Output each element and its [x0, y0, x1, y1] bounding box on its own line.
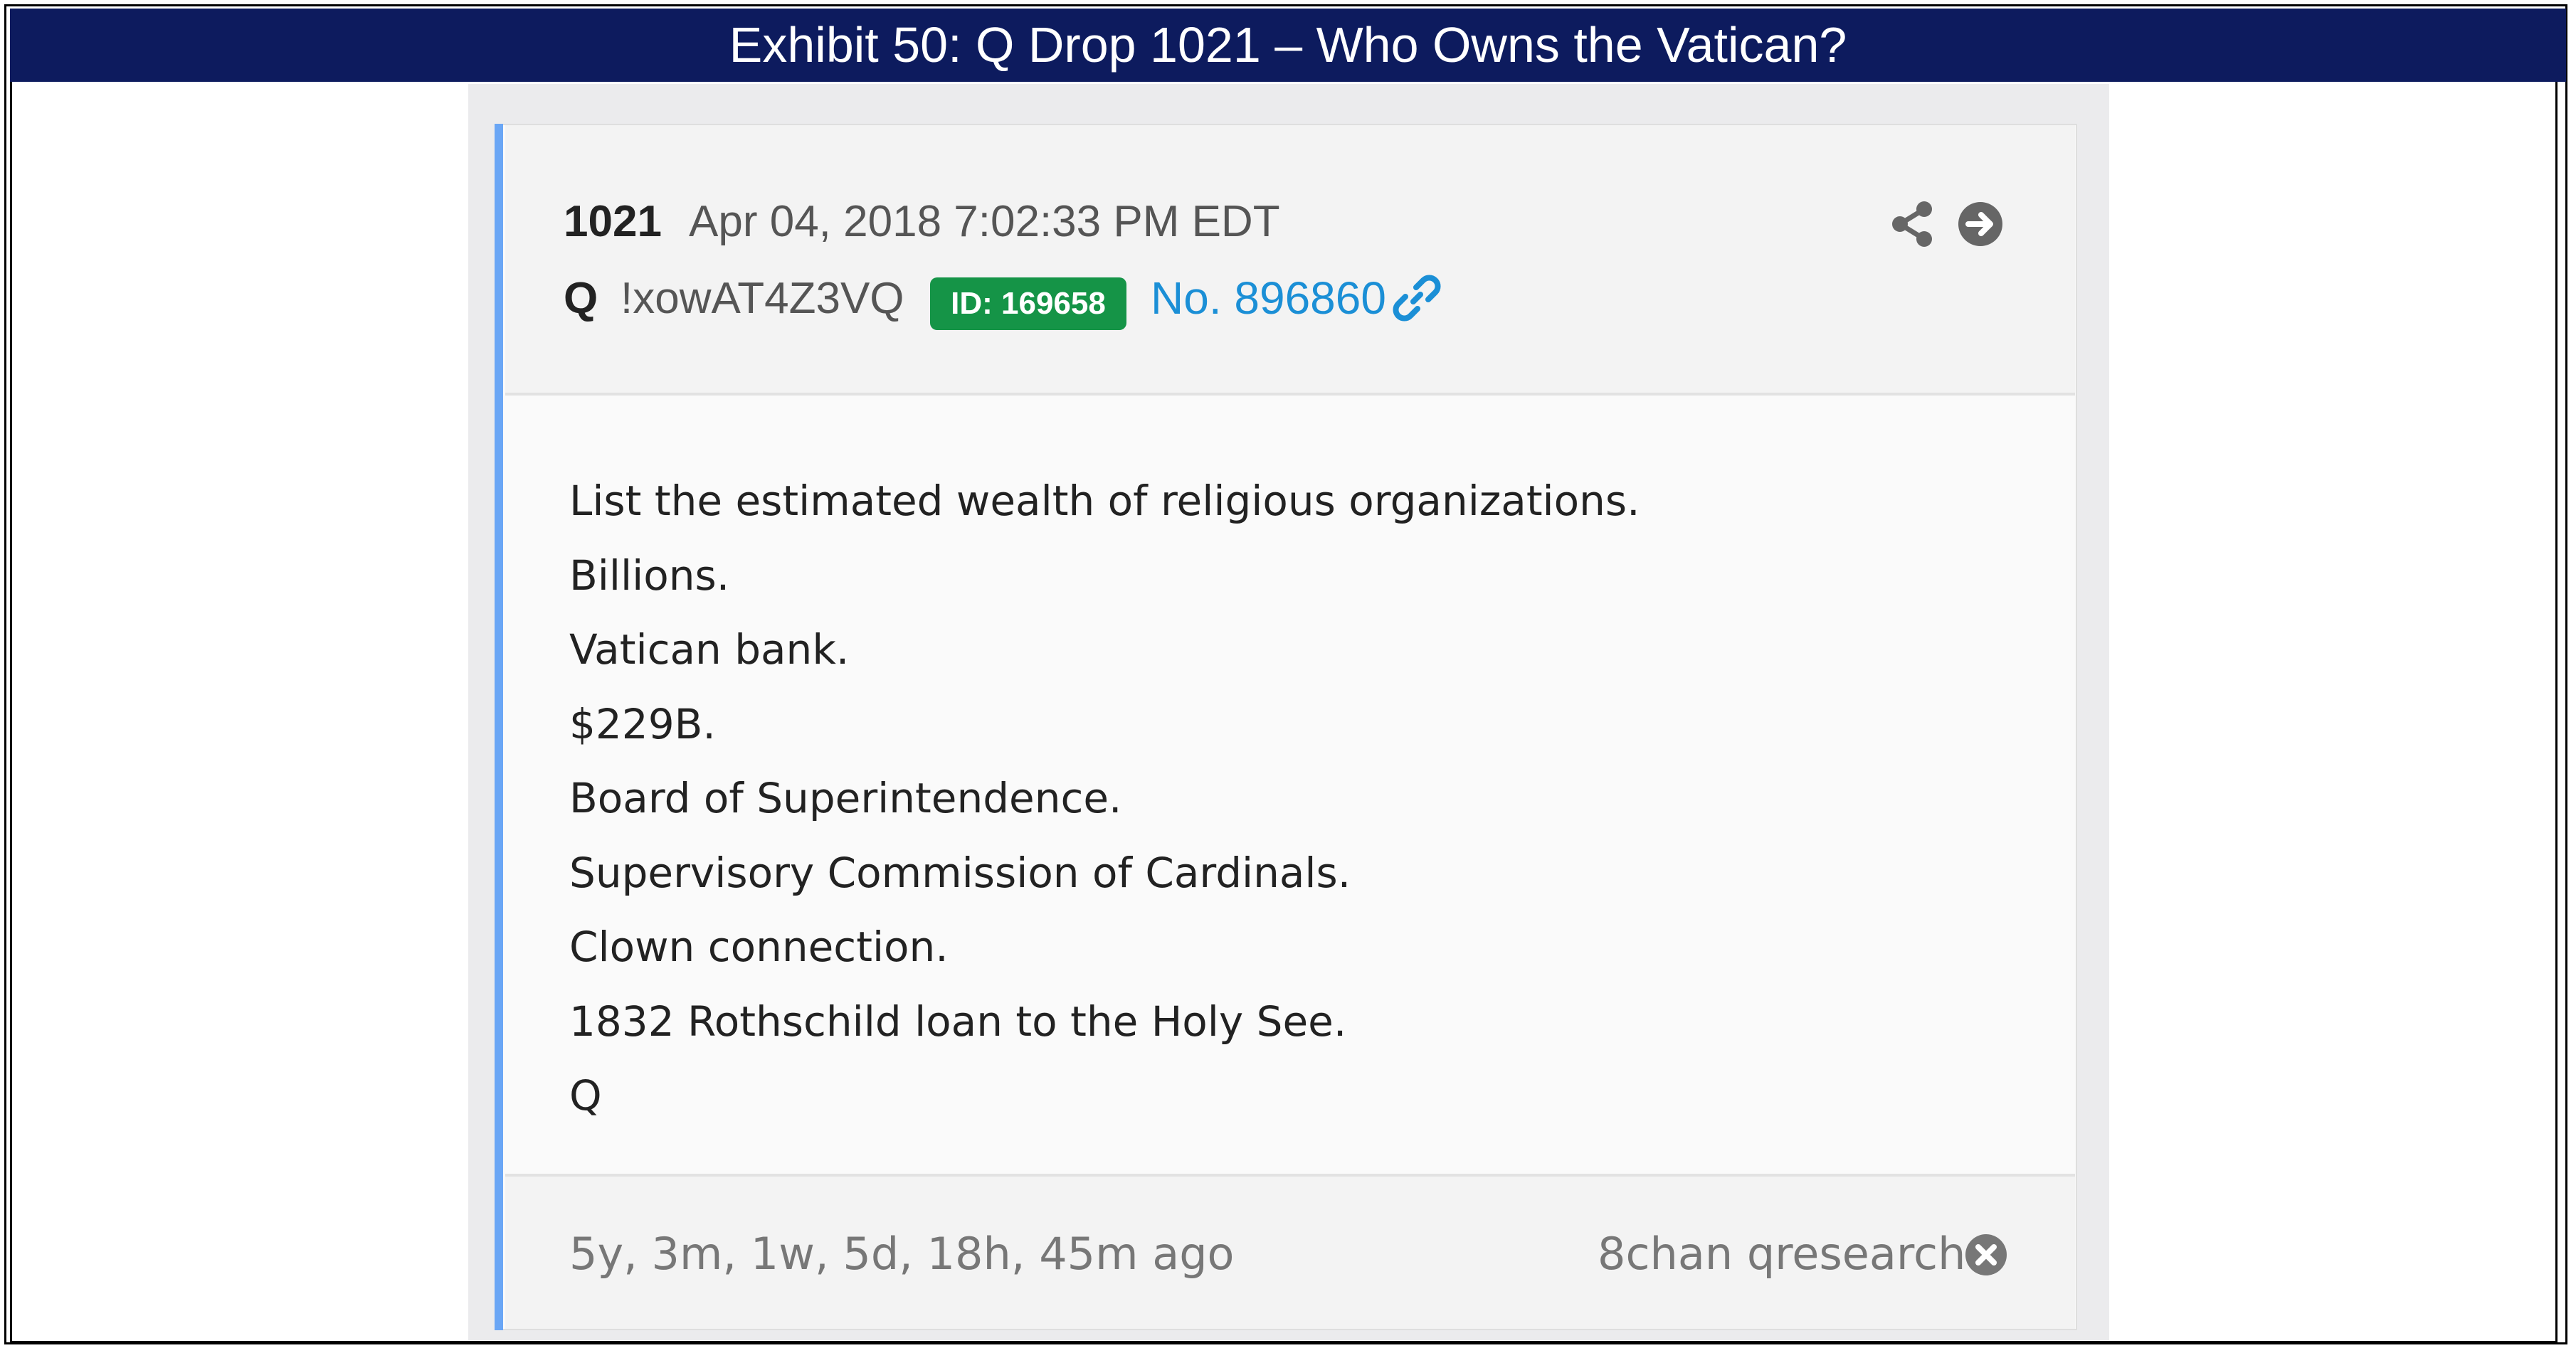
exhibit-title: Exhibit 50: Q Drop 1021 – Who Owns the V… [10, 9, 2566, 82]
time-ago: 5y, 3m, 1w, 5d, 18h, 45m ago [569, 1228, 1235, 1280]
author-name: Q [564, 274, 598, 323]
source-label: 8chan qresearch [1598, 1228, 1966, 1280]
body-line: $229B. [569, 699, 716, 748]
post-date: Apr 04, 2018 7:02:33 PM EDT [689, 197, 1280, 246]
card-accent-bar [495, 124, 503, 1330]
body-line: Board of Superintendence. [569, 774, 1122, 822]
body-line: Clown connection. [569, 923, 949, 971]
body-line: Vatican bank. [569, 625, 850, 674]
body-line: Q [569, 1071, 602, 1120]
body-line: Supervisory Commission of Cardinals. [569, 848, 1351, 897]
body-line: Billions. [569, 551, 730, 600]
arrow-circle-right-icon[interactable] [1957, 201, 2004, 248]
card-header [505, 125, 2075, 396]
body-line: List the estimated wealth of religious o… [569, 477, 1640, 525]
drop-number: 1021 [564, 197, 662, 246]
tripcode: !xowAT4Z3VQ [621, 274, 904, 323]
id-badge: ID: 169658 [930, 277, 1126, 330]
link-icon[interactable] [1392, 273, 1442, 323]
share-icon[interactable] [1890, 201, 1934, 248]
post-body: List the estimated wealth of religious o… [569, 472, 1992, 1142]
post-number-link[interactable]: No. 896860 [1151, 272, 1386, 324]
close-circle-icon[interactable] [1964, 1233, 2008, 1277]
body-line: 1832 Rothschild loan to the Holy See. [569, 997, 1347, 1046]
